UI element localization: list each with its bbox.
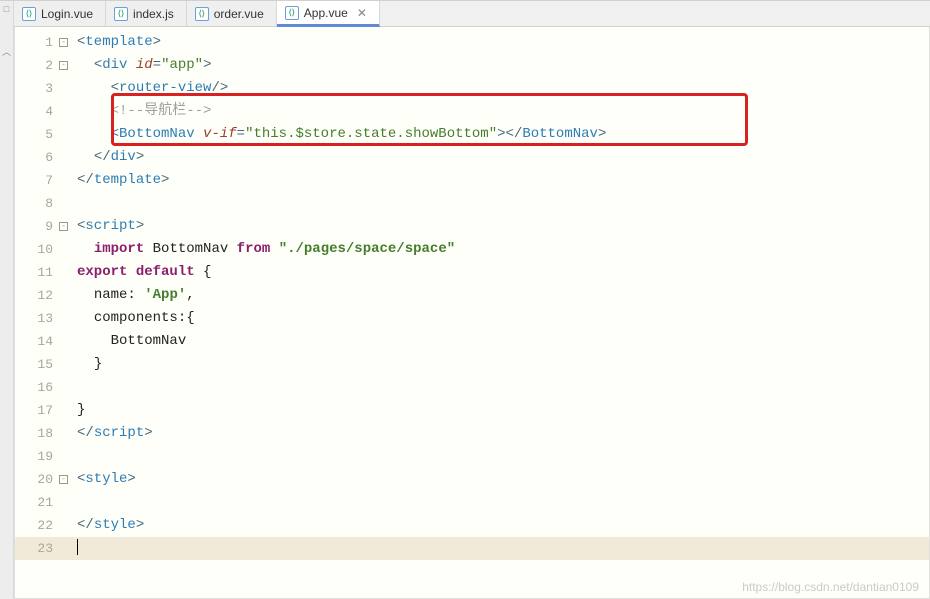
fold-toggle-icon[interactable]: - [59,222,68,231]
vertical-ruler: □ ︿ [0,1,14,599]
close-icon[interactable]: ✕ [357,6,367,20]
editor-window: □ ︿ ⟨⟩ Login.vue ⟨⟩ index.js ⟨⟩ order.vu… [0,0,930,599]
js-file-icon: ⟨⟩ [114,7,128,21]
tab-label: order.vue [214,7,264,21]
line-number-gutter: 1 2 3 4 5 6 7 8 9 10 11 12 13 14 15 16 1… [15,27,59,598]
code-line: components:{ [73,307,929,330]
tab-login-vue[interactable]: ⟨⟩ Login.vue [14,1,106,26]
maximize-icon[interactable]: □ [4,5,9,15]
code-line: </div> [73,146,929,169]
code-line [73,445,929,468]
code-lines[interactable]: <template> <div id="app"> <router-view/>… [73,27,929,598]
code-line: <BottomNav v-if="this.$store.state.showB… [73,123,929,146]
text-cursor [77,539,78,555]
code-line: <router-view/> [73,77,929,100]
code-line: </style> [73,514,929,537]
code-line: <script> [73,215,929,238]
code-line: name: 'App', [73,284,929,307]
code-line: } [73,353,929,376]
vue-file-icon: ⟨⟩ [285,6,299,20]
tab-label: Login.vue [41,7,93,21]
fold-toggle-icon[interactable]: - [59,38,68,47]
code-line: BottomNav [73,330,929,353]
code-line [73,192,929,215]
tab-order-vue[interactable]: ⟨⟩ order.vue [187,1,277,26]
chevron-up-icon[interactable]: ︿ [2,45,11,58]
code-line: } [73,399,929,422]
code-line [73,537,929,560]
code-line: import BottomNav from "./pages/space/spa… [73,238,929,261]
code-line: <template> [73,31,929,54]
code-line: export default { [73,261,929,284]
vue-file-icon: ⟨⟩ [195,7,209,21]
fold-toggle-icon[interactable]: - [59,61,68,70]
editor-tabs: ⟨⟩ Login.vue ⟨⟩ index.js ⟨⟩ order.vue ⟨⟩… [14,1,930,27]
code-line: </template> [73,169,929,192]
code-line: <div id="app"> [73,54,929,77]
code-line: </script> [73,422,929,445]
tab-index-js[interactable]: ⟨⟩ index.js [106,1,187,26]
code-line [73,376,929,399]
tab-label: App.vue [304,6,348,20]
code-line [73,491,929,514]
tab-label: index.js [133,7,174,21]
fold-gutter: - - - - [59,27,73,598]
vue-file-icon: ⟨⟩ [22,7,36,21]
tab-app-vue[interactable]: ⟨⟩ App.vue ✕ [277,1,380,27]
code-line: <style> [73,468,929,491]
watermark-text: https://blog.csdn.net/dantian0109 [742,580,919,594]
fold-toggle-icon[interactable]: - [59,475,68,484]
code-editor[interactable]: 1 2 3 4 5 6 7 8 9 10 11 12 13 14 15 16 1… [14,27,930,599]
code-line: <!--导航栏--> [73,100,929,123]
